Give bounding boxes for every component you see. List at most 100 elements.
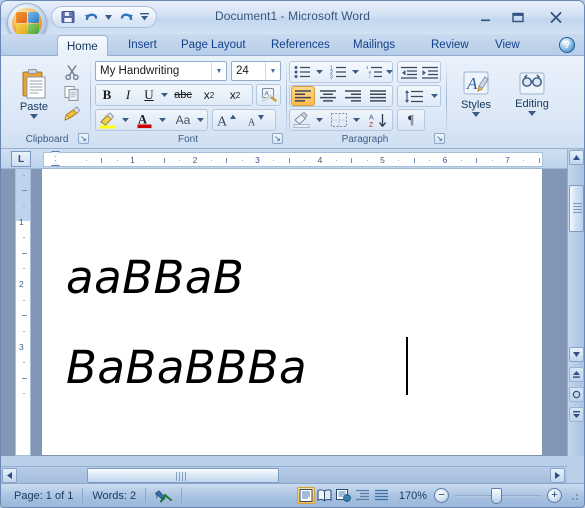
tab-page-layout[interactable]: Page Layout xyxy=(172,34,255,56)
superscript-button[interactable]: x2 xyxy=(223,85,247,105)
underline-dropdown-icon[interactable] xyxy=(159,85,170,105)
scroll-down-icon[interactable] xyxy=(569,347,584,362)
clipboard-dialog-launcher[interactable]: ↘ xyxy=(78,133,89,144)
borders-dropdown-icon[interactable] xyxy=(351,110,362,130)
decrease-indent-icon[interactable] xyxy=(399,62,419,82)
tab-view[interactable]: View xyxy=(486,34,529,56)
zoom-in-button[interactable]: + xyxy=(547,488,562,503)
paragraph-dialog-launcher[interactable]: ↘ xyxy=(434,133,445,144)
align-right-button[interactable] xyxy=(341,86,365,106)
shading-icon[interactable] xyxy=(291,110,313,130)
print-layout-view-icon[interactable] xyxy=(296,487,315,504)
vertical-scrollbar[interactable] xyxy=(567,149,584,456)
zoom-slider[interactable] xyxy=(449,487,547,505)
tab-references[interactable]: References xyxy=(262,34,339,56)
scroll-up-icon[interactable] xyxy=(569,150,584,165)
document-area: aaBBaB BaBaBBBa xyxy=(1,169,584,456)
strikethrough-button[interactable]: abc xyxy=(171,85,195,105)
scroll-right-icon[interactable] xyxy=(550,468,565,483)
document-page[interactable]: aaBBaB BaBaBBBa xyxy=(41,169,543,456)
vruler-tick xyxy=(22,252,27,254)
underline-button[interactable]: U xyxy=(139,85,159,105)
tab-review[interactable]: Review xyxy=(422,34,478,56)
font-size-combobox[interactable]: 24 ▼ xyxy=(231,61,281,81)
status-word-count[interactable]: Words: 2 xyxy=(83,484,145,508)
cut-icon[interactable] xyxy=(61,62,83,82)
shading-dropdown-icon[interactable] xyxy=(314,110,325,130)
close-button[interactable] xyxy=(541,7,570,27)
select-browse-object-icon[interactable] xyxy=(569,387,584,402)
multilevel-list-dropdown-icon[interactable] xyxy=(384,62,394,82)
previous-page-icon[interactable] xyxy=(569,367,584,382)
editing-label: Editing xyxy=(515,97,549,110)
minimize-button[interactable] xyxy=(471,7,500,27)
text-highlight-dropdown-icon[interactable] xyxy=(120,110,131,130)
font-dialog-launcher[interactable]: ↘ xyxy=(272,133,283,144)
tab-insert[interactable]: Insert xyxy=(119,34,166,56)
horizontal-scroll-thumb[interactable] xyxy=(87,468,279,483)
line-spacing-dropdown-icon[interactable] xyxy=(429,86,440,106)
full-screen-reading-view-icon[interactable] xyxy=(316,487,334,504)
change-case-button[interactable]: Aa xyxy=(171,110,195,130)
editing-button[interactable]: Editing xyxy=(511,64,553,122)
font-name-combobox[interactable]: My Handwriting ▼ xyxy=(95,61,227,81)
svg-text:A: A xyxy=(138,112,147,126)
show-formatting-marks-button[interactable]: ¶ xyxy=(399,110,423,130)
line-spacing-icon[interactable] xyxy=(399,86,429,106)
clear-formatting-icon[interactable]: A xyxy=(257,85,280,105)
bullets-dropdown-icon[interactable] xyxy=(314,62,325,82)
tab-home[interactable]: Home xyxy=(57,35,108,57)
horizontal-ruler[interactable]: L 1 2 3 4 5 6 7 xyxy=(1,149,584,169)
change-case-dropdown-icon[interactable] xyxy=(195,110,206,130)
vertical-scroll-thumb[interactable] xyxy=(569,185,584,232)
increase-indent-icon[interactable] xyxy=(420,62,440,82)
zoom-level-label[interactable]: 170% xyxy=(397,484,434,508)
horizontal-scrollbar[interactable] xyxy=(1,466,567,483)
vertical-ruler[interactable]: 1 2 3 xyxy=(15,169,31,456)
styles-button[interactable]: A Styles xyxy=(456,64,496,122)
subscript-button[interactable]: x2 xyxy=(197,85,221,105)
font-name-dropdown-icon[interactable]: ▼ xyxy=(211,62,226,80)
zoom-out-button[interactable]: − xyxy=(434,488,449,503)
spell-check-icon[interactable] xyxy=(146,484,181,508)
numbering-dropdown-icon[interactable] xyxy=(350,62,361,82)
vruler-dot xyxy=(23,330,25,332)
justify-button[interactable] xyxy=(366,86,390,106)
web-layout-view-icon[interactable] xyxy=(335,487,353,504)
scroll-left-icon[interactable] xyxy=(2,468,17,483)
ruler-number: 5 xyxy=(380,155,385,165)
text-highlight-color-icon[interactable] xyxy=(97,110,119,130)
font-color-icon[interactable]: A xyxy=(134,110,156,130)
grow-font-icon[interactable]: A xyxy=(214,110,240,130)
svg-text:A: A xyxy=(248,118,256,129)
shrink-font-icon[interactable]: A xyxy=(243,110,269,130)
resize-grip-icon[interactable] xyxy=(568,489,580,502)
paste-button[interactable]: Paste xyxy=(11,62,57,124)
sort-icon[interactable]: A Z xyxy=(366,110,390,130)
format-painter-icon[interactable] xyxy=(61,104,83,124)
copy-icon[interactable] xyxy=(61,83,83,103)
numbering-icon[interactable]: 123 xyxy=(327,62,349,82)
ruler-tick xyxy=(163,158,165,163)
align-center-button[interactable] xyxy=(316,86,340,106)
font-size-dropdown-icon[interactable]: ▼ xyxy=(265,62,280,80)
font-color-dropdown-icon[interactable] xyxy=(157,110,168,130)
align-left-button[interactable] xyxy=(291,86,315,106)
borders-icon[interactable] xyxy=(328,110,350,130)
help-icon[interactable]: ? xyxy=(559,37,575,53)
outline-view-icon[interactable] xyxy=(354,487,372,504)
ruler-track[interactable]: 1 2 3 4 5 6 7 xyxy=(43,152,543,167)
tab-mailings[interactable]: Mailings xyxy=(344,34,404,56)
ruler-tick xyxy=(288,158,290,163)
tab-selector-button[interactable]: L xyxy=(11,151,31,167)
paragraph-group-label: Paragraph xyxy=(341,134,389,145)
bold-button[interactable]: B xyxy=(97,85,117,105)
italic-button[interactable]: I xyxy=(118,85,138,105)
zoom-slider-knob[interactable] xyxy=(491,487,502,504)
next-page-icon[interactable] xyxy=(569,407,584,422)
draft-view-icon[interactable] xyxy=(373,487,391,504)
maximize-button[interactable] xyxy=(503,7,532,27)
multilevel-list-icon[interactable]: 1ai xyxy=(363,62,385,82)
status-page-number[interactable]: Page: 1 of 1 xyxy=(1,484,82,508)
bullets-icon[interactable] xyxy=(291,62,313,82)
